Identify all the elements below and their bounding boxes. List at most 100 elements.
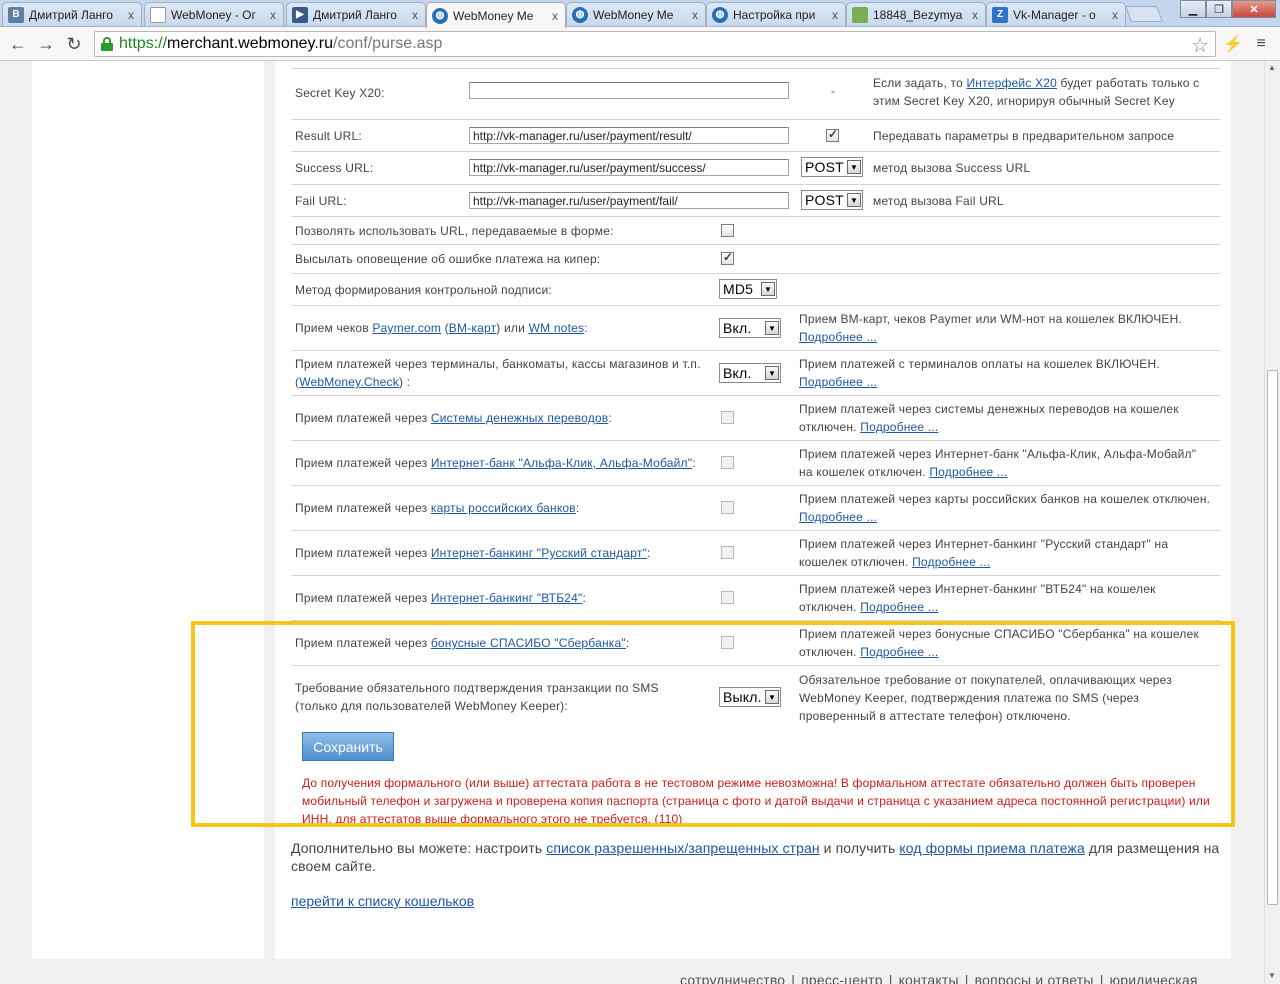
- close-icon[interactable]: x: [689, 8, 701, 22]
- scroll-down-icon[interactable]: ▼: [1268, 971, 1276, 980]
- restore-icon[interactable]: ❐: [1206, 0, 1232, 18]
- tab-2[interactable]: WebMoney - Ог x: [144, 2, 284, 26]
- channel-checkbox[interactable]: [721, 591, 734, 604]
- close-icon[interactable]: x: [549, 9, 561, 23]
- new-tab-button[interactable]: [1125, 6, 1163, 22]
- channel-link[interactable]: Интернет-банкинг "ВТБ24": [431, 591, 583, 605]
- result-url-label: Result URL:: [295, 129, 362, 143]
- fail-url-method-select[interactable]: POST ▼: [801, 190, 863, 210]
- interface-x20-link[interactable]: Интерфейс X20: [966, 76, 1057, 90]
- extra-mid: и получить: [819, 840, 900, 856]
- tab-4-active[interactable]: ◍ WebMoney Me x: [426, 2, 566, 28]
- row-notify-keeper: Высылать оповещение об ошибке платежа на…: [291, 245, 1221, 274]
- footer-link-faq[interactable]: вопросы и ответы: [975, 972, 1094, 984]
- allow-form-urls-checkbox[interactable]: [721, 224, 734, 237]
- tab-title: Vk-Manager - о: [1013, 7, 1096, 22]
- paymer-link[interactable]: Paymer.com: [372, 321, 441, 335]
- signature-method-select[interactable]: MD5 ▼: [719, 279, 777, 299]
- secret-key-input[interactable]: [469, 82, 789, 99]
- channel-checkbox[interactable]: [721, 636, 734, 649]
- close-icon[interactable]: x: [829, 8, 841, 22]
- bookmark-star-icon[interactable]: ☆: [1191, 33, 1209, 58]
- channel-label: Прием платежей через Интернет-банкинг "В…: [295, 591, 587, 605]
- row-paymer: Прием чеков Paymer.com (ВМ-карт) или WM …: [291, 306, 1221, 351]
- extension-bolt-icon[interactable]: ⚡: [1222, 32, 1244, 56]
- tab-8[interactable]: Z Vk-Manager - о x: [986, 2, 1126, 26]
- more-link[interactable]: Подробнее ...: [860, 420, 938, 434]
- forward-arrow-icon[interactable]: →: [34, 32, 58, 56]
- chevron-down-icon: ▼: [847, 193, 861, 207]
- window-close-icon[interactable]: ✕: [1232, 0, 1276, 18]
- result-url-input[interactable]: [469, 127, 789, 144]
- more-link[interactable]: Подробнее ...: [912, 555, 990, 569]
- more-link[interactable]: Подробнее ...: [799, 510, 877, 524]
- tab-1[interactable]: B Дмитрий Ланго x: [2, 2, 142, 26]
- channel-link[interactable]: Интернет-банк "Альфа-Клик, Альфа-Мобайл": [431, 456, 692, 470]
- signature-method-label: Метод формирования контрольной подписи:: [295, 283, 552, 297]
- address-bar[interactable]: https://merchant.webmoney.ru/conf/purse.…: [94, 31, 1216, 57]
- row-secret-key: Secret Key X20: - Если задать, то Интерф…: [291, 68, 1221, 120]
- reload-icon[interactable]: ↻: [62, 32, 86, 56]
- tab-3[interactable]: ▶ Дмитрий Ланго x: [286, 2, 426, 26]
- sms-select[interactable]: Выкл. ▼: [719, 687, 781, 707]
- tab-title: Дмитрий Ланго: [313, 7, 397, 22]
- save-button[interactable]: Сохранить: [302, 732, 394, 761]
- payment-form-code-link[interactable]: код формы приема платежа: [899, 840, 1084, 856]
- channel-desc-text: Прием платежей через карты российских ба…: [799, 492, 1211, 506]
- channel-checkbox[interactable]: [721, 501, 734, 514]
- notify-keeper-checkbox[interactable]: [721, 250, 734, 265]
- fail-url-input[interactable]: [469, 192, 789, 209]
- chevron-down-icon: ▼: [765, 690, 779, 704]
- paymer-select[interactable]: Вкл. ▼: [719, 318, 781, 338]
- paymer-desc-text: Прием ВМ-карт, чеков Paymer или WM-нот н…: [799, 312, 1183, 326]
- more-link[interactable]: Подробнее ...: [860, 645, 938, 659]
- countries-list-link[interactable]: список разрешенных/запрещенных стран: [546, 840, 819, 856]
- channel-link[interactable]: карты российских банков: [431, 501, 576, 515]
- success-url-method-select[interactable]: POST ▼: [801, 157, 863, 177]
- more-link[interactable]: Подробнее ...: [799, 330, 877, 344]
- terminals-description: Прием платежей с терминалов оплаты на ко…: [799, 355, 1213, 391]
- close-icon[interactable]: x: [267, 8, 279, 22]
- back-arrow-icon[interactable]: ←: [6, 32, 30, 56]
- attestat-warning-text: До получения формального (или выше) атте…: [302, 776, 1210, 826]
- channel-description: Прием платежей через карты российских ба…: [799, 490, 1213, 526]
- channel-checkbox[interactable]: [721, 456, 734, 469]
- channel-checkbox[interactable]: [721, 411, 734, 424]
- webmoney-check-link[interactable]: WebMoney.Check: [299, 375, 399, 389]
- success-url-input[interactable]: [469, 159, 789, 176]
- more-link[interactable]: Подробнее ...: [860, 600, 938, 614]
- row-channel-sberbank-spasibo: Прием платежей через бонусные СПАСИБО "С…: [291, 621, 1221, 666]
- vm-cards-link[interactable]: ВМ-карт: [449, 321, 497, 335]
- scrollbar-thumb[interactable]: [1267, 370, 1278, 905]
- tab-5[interactable]: ◍ WebMoney Me x: [566, 2, 706, 26]
- close-icon[interactable]: x: [125, 8, 137, 22]
- webmoney-icon: ◍: [432, 7, 448, 24]
- tab-7[interactable]: 18848_Bezymya x: [846, 2, 986, 26]
- channel-checkbox[interactable]: [721, 546, 734, 559]
- close-icon[interactable]: x: [969, 8, 981, 22]
- more-link[interactable]: Подробнее ...: [929, 465, 1007, 479]
- wm-notes-link[interactable]: WM notes: [529, 321, 585, 335]
- menu-icon[interactable]: ≡: [1250, 32, 1272, 56]
- minimize-icon[interactable]: ▁: [1180, 0, 1206, 18]
- channel-link[interactable]: Системы денежных переводов: [431, 411, 609, 425]
- tab-6[interactable]: ◍ Настройка при x: [706, 2, 846, 26]
- result-url-preliminary-checkbox[interactable]: [826, 127, 839, 142]
- scroll-up-icon[interactable]: ▲: [1268, 63, 1276, 72]
- terminals-select[interactable]: Вкл. ▼: [719, 363, 781, 383]
- footer-link-press[interactable]: пресс-центр: [801, 972, 883, 984]
- channel-prefix: Прием платежей через: [295, 411, 431, 425]
- close-icon[interactable]: x: [409, 8, 421, 22]
- footer-link-legal[interactable]: юридическая: [1110, 972, 1198, 984]
- channel-link[interactable]: Интернет-банкинг "Русский стандарт": [431, 546, 647, 560]
- more-link[interactable]: Подробнее ...: [799, 375, 877, 389]
- back-to-purses-link[interactable]: перейти к списку кошельков: [291, 893, 474, 909]
- footer-link-contacts[interactable]: контакты: [899, 972, 959, 984]
- footer-link-cooperation[interactable]: сотрудничество: [680, 972, 785, 984]
- url-host: merchant.webmoney.ru: [167, 35, 334, 52]
- vertical-scrollbar[interactable]: ▲ ▼: [1264, 61, 1280, 984]
- vkmanager-icon: Z: [992, 6, 1008, 23]
- channel-link[interactable]: бонусные СПАСИБО "Сбербанка": [431, 636, 626, 650]
- close-icon[interactable]: x: [1109, 8, 1121, 22]
- url-scheme: https://: [119, 35, 168, 52]
